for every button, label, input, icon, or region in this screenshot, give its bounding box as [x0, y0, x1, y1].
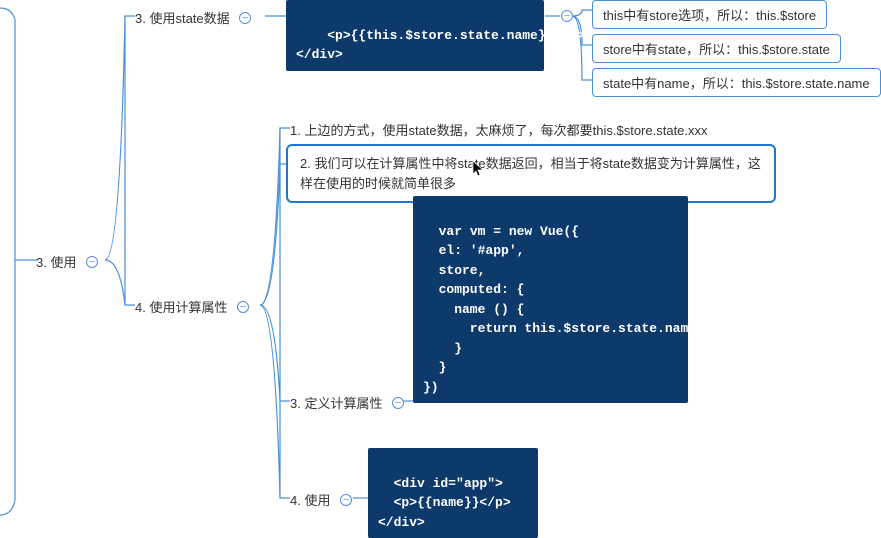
node-root-use[interactable]: 3. 使用 –: [36, 252, 98, 271]
code-use-text: <div id="app"> <p>{{name}}</p> </div>: [378, 476, 511, 530]
toggle-icon[interactable]: –: [392, 397, 404, 409]
explanation-2-text: 2. 我们可以在计算属性中将state数据返回，相当于将state数据变为计算属…: [300, 156, 761, 191]
note-this-store: this中有store选项，所以：this.$store: [592, 0, 827, 29]
toggle-icon[interactable]: –: [561, 10, 573, 22]
code-computed-text: var vm = new Vue({ el: '#app', store, co…: [423, 224, 696, 395]
node-root-label: 3. 使用: [36, 252, 76, 271]
note-state-name: state中有name，所以：this.$store.state.name: [592, 68, 881, 97]
node-use-small[interactable]: 4. 使用 –: [290, 490, 352, 509]
toggle-icon[interactable]: –: [340, 494, 352, 506]
node-define-computed[interactable]: 3. 定义计算属性 –: [290, 393, 404, 412]
toggle-icon[interactable]: –: [239, 12, 251, 24]
code-state-text: <p>{{this.$store.state.name}}</p> </div>: [296, 28, 585, 63]
code-block-computed-definition: var vm = new Vue({ el: '#app', store, co…: [413, 196, 688, 403]
note-text: this中有store选项，所以：this.$store: [603, 8, 816, 23]
toggle-icon[interactable]: –: [237, 301, 249, 313]
node-use-computed-label: 4. 使用计算属性: [135, 297, 227, 316]
note-text: state中有name，所以：this.$store.state.name: [603, 76, 870, 91]
node-use-state-label: 3. 使用state数据: [135, 8, 230, 27]
node-define-computed-label: 3. 定义计算属性: [290, 393, 382, 412]
node-use-state-data[interactable]: 3. 使用state数据 –: [135, 8, 251, 27]
code-block-use-template: <div id="app"> <p>{{name}}</p> </div>: [368, 448, 538, 538]
note-store-state: store中有state，所以：this.$store.state: [592, 34, 841, 63]
explanation-1-text: 1. 上边的方式，使用state数据，太麻烦了，每次都要this.$store.…: [290, 120, 708, 139]
node-use-small-label: 4. 使用: [290, 490, 330, 509]
explanation-1: 1. 上边的方式，使用state数据，太麻烦了，每次都要this.$store.…: [290, 120, 708, 139]
code-block-state-template: <p>{{this.$store.state.name}}</p> </div>: [286, 0, 544, 71]
note-text: store中有state，所以：this.$store.state: [603, 42, 830, 57]
toggle-icon[interactable]: –: [86, 256, 98, 268]
explanation-2-selected[interactable]: 2. 我们可以在计算属性中将state数据返回，相当于将state数据变为计算属…: [286, 144, 776, 203]
node-use-computed[interactable]: 4. 使用计算属性 –: [135, 297, 249, 316]
